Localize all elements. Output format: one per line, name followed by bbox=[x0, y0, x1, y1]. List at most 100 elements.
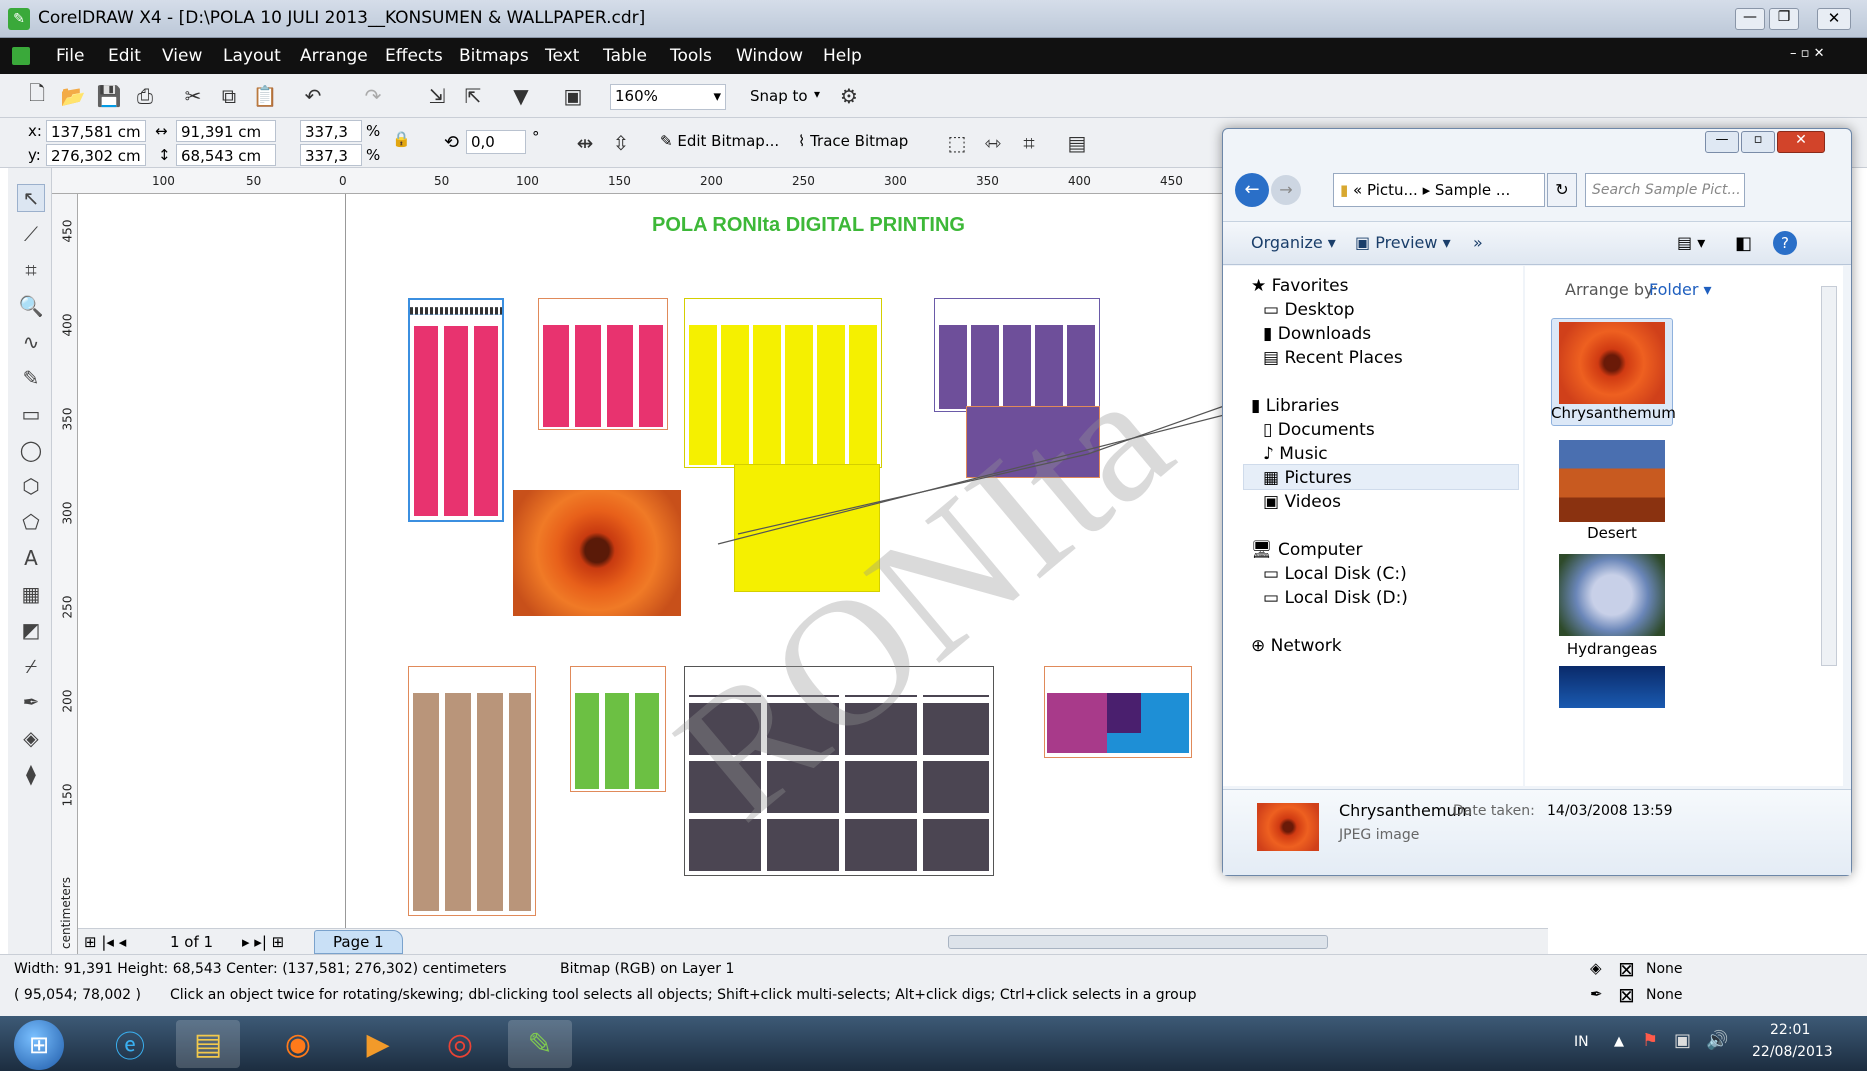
menu-table[interactable]: Table bbox=[603, 46, 647, 66]
breadcrumb-pictures[interactable]: « Pictu... bbox=[1353, 181, 1418, 199]
coreldraw-taskbar-icon[interactable]: ✎ bbox=[508, 1020, 572, 1068]
pick-tool-icon[interactable]: ↖ bbox=[17, 184, 45, 212]
application-launcher-icon[interactable]: ▼ bbox=[508, 83, 534, 109]
menu-help[interactable]: Help bbox=[823, 46, 862, 66]
search-input[interactable]: Search Sample Pict... bbox=[1585, 173, 1745, 207]
organize-button[interactable]: Organize ▾ bbox=[1251, 233, 1336, 252]
scale-x-field[interactable]: 337,3 bbox=[300, 120, 362, 142]
resample-icon[interactable]: ⇿ bbox=[980, 130, 1006, 156]
new-document-icon[interactable]: 🗋 bbox=[24, 81, 50, 109]
welcome-screen-icon[interactable]: ▣ bbox=[560, 83, 586, 109]
width-field[interactable]: 91,391 cm bbox=[176, 120, 276, 142]
nav-favorites[interactable]: ★ Favorites bbox=[1251, 276, 1348, 296]
nav-network[interactable]: ⊕ Network bbox=[1251, 636, 1342, 656]
clock-date[interactable]: 22/08/2013 bbox=[1752, 1044, 1833, 1060]
y-position-field[interactable]: 276,302 cm bbox=[46, 144, 146, 166]
close-button[interactable]: ✕ bbox=[1817, 8, 1851, 30]
nav-libraries[interactable]: ▮ Libraries bbox=[1251, 396, 1339, 416]
views-icon[interactable]: ▤ ▾ bbox=[1677, 233, 1705, 252]
tray-volume-icon[interactable]: 🔊 bbox=[1706, 1030, 1728, 1051]
preview-button[interactable]: ▣ Preview ▾ bbox=[1355, 233, 1451, 252]
trace-bitmap-button[interactable]: ⌇ Trace Bitmap bbox=[798, 132, 908, 150]
file-label-hydrangeas[interactable]: Hydrangeas bbox=[1551, 640, 1673, 658]
crop-tool-icon[interactable]: ⌗ bbox=[17, 256, 45, 284]
menu-layout[interactable]: Layout bbox=[223, 46, 281, 66]
help-icon[interactable]: ? bbox=[1773, 231, 1797, 255]
ellipse-tool-icon[interactable]: ◯ bbox=[17, 436, 45, 464]
horizontal-scrollbar[interactable] bbox=[948, 935, 1328, 949]
snap-to-button[interactable]: Snap to bbox=[750, 87, 808, 105]
text-tool-icon[interactable]: A bbox=[17, 544, 45, 572]
menu-text[interactable]: Text bbox=[545, 46, 579, 66]
nav-documents[interactable]: ▯ Documents bbox=[1263, 420, 1375, 440]
export-icon[interactable]: ⇱ bbox=[460, 83, 486, 109]
tray-expand-icon[interactable]: ▲ bbox=[1614, 1034, 1624, 1049]
refresh-button[interactable]: ↻ bbox=[1547, 173, 1577, 207]
file-label-chrysanthemum[interactable]: Chrysanthemum bbox=[1551, 404, 1676, 422]
shape-tool-icon[interactable]: ⟋ bbox=[17, 220, 45, 248]
tray-flag-icon[interactable]: ⚑ bbox=[1642, 1030, 1658, 1051]
page-tab[interactable]: Page 1 bbox=[314, 930, 403, 954]
language-indicator[interactable]: IN bbox=[1574, 1034, 1589, 1050]
redo-icon[interactable]: ↷ bbox=[360, 83, 386, 109]
doc-window-controls[interactable]: – ▫ ✕ bbox=[1790, 46, 1824, 61]
zoom-level-select[interactable]: 160% ▾ bbox=[610, 84, 726, 110]
menu-file[interactable]: File bbox=[56, 46, 84, 66]
chrome-icon[interactable]: ◎ bbox=[428, 1020, 492, 1068]
outline-tool-icon[interactable]: ✒ bbox=[17, 688, 45, 716]
fill-tool-icon[interactable]: ◈ bbox=[17, 724, 45, 752]
height-field[interactable]: 68,543 cm bbox=[176, 144, 276, 166]
bitmap-color-mask-icon[interactable]: ⌗ bbox=[1016, 130, 1042, 156]
nav-videos[interactable]: ▣ Videos bbox=[1263, 492, 1341, 512]
crop-bitmap-icon[interactable]: ⬚ bbox=[944, 130, 970, 156]
windows-explorer-icon[interactable]: ▤ bbox=[176, 1020, 240, 1068]
menu-tools[interactable]: Tools bbox=[670, 46, 712, 66]
zoom-tool-icon[interactable]: 🔍 bbox=[17, 292, 45, 320]
address-bar[interactable]: ▮ « Pictu... ▸ Sample ... bbox=[1333, 173, 1545, 207]
nav-local-disk-d[interactable]: ▭ Local Disk (D:) bbox=[1263, 588, 1408, 608]
drawing-canvas[interactable]: POLA RONIta DIGITAL PRINTING RONIta bbox=[78, 194, 1262, 929]
preview-pane-icon[interactable]: ◧ bbox=[1735, 233, 1752, 254]
arrange-by-dropdown[interactable]: Folder ▾ bbox=[1649, 280, 1712, 299]
mirror-vertical-icon[interactable]: ⇳ bbox=[608, 130, 634, 156]
rotation-angle-field[interactable]: 0,0 bbox=[466, 130, 526, 154]
menu-edit[interactable]: Edit bbox=[108, 46, 141, 66]
file-pane-scrollbar[interactable] bbox=[1821, 286, 1837, 666]
nav-downloads[interactable]: ▮ Downloads bbox=[1263, 324, 1371, 344]
nav-recent-places[interactable]: ▤ Recent Places bbox=[1263, 348, 1403, 368]
basic-shapes-tool-icon[interactable]: ⬠ bbox=[17, 508, 45, 536]
explorer-close-button[interactable]: ✕ bbox=[1777, 131, 1825, 153]
page-next-icon[interactable]: ▸ ▸| ⊞ bbox=[242, 933, 284, 951]
firefox-icon[interactable]: ◉ bbox=[266, 1020, 330, 1068]
rectangle-tool-icon[interactable]: ▭ bbox=[17, 400, 45, 428]
cut-icon[interactable]: ✂ bbox=[180, 83, 206, 109]
thumb-chrysanthemum[interactable] bbox=[1559, 322, 1665, 404]
back-button[interactable]: ← bbox=[1235, 173, 1269, 207]
interactive-effects-tool-icon[interactable]: ◩ bbox=[17, 616, 45, 644]
explorer-maximize-button[interactable]: ▫ bbox=[1741, 131, 1775, 153]
undo-icon[interactable]: ↶ bbox=[300, 83, 326, 109]
menu-effects[interactable]: Effects bbox=[385, 46, 443, 66]
table-tool-icon[interactable]: ▦ bbox=[17, 580, 45, 608]
thumb-desert[interactable] bbox=[1559, 440, 1665, 522]
clock-time[interactable]: 22:01 bbox=[1770, 1022, 1810, 1038]
freehand-tool-icon[interactable]: ∿ bbox=[17, 328, 45, 356]
polygon-tool-icon[interactable]: ⬡ bbox=[17, 472, 45, 500]
menu-arrange[interactable]: Arrange bbox=[300, 46, 368, 66]
add-page-icon[interactable]: ⊞ |◂ ◂ bbox=[84, 933, 126, 951]
mirror-horizontal-icon[interactable]: ⇹ bbox=[572, 130, 598, 156]
scale-y-field[interactable]: 337,3 bbox=[300, 144, 362, 166]
edit-bitmap-button[interactable]: ✎ Edit Bitmap... bbox=[660, 132, 779, 150]
save-icon[interactable]: 💾 bbox=[96, 83, 122, 109]
nav-pictures[interactable]: ▦ Pictures bbox=[1263, 468, 1352, 488]
nav-local-disk-c[interactable]: ▭ Local Disk (C:) bbox=[1263, 564, 1407, 584]
wrap-text-icon[interactable]: ▤ bbox=[1064, 130, 1090, 156]
import-icon[interactable]: ⇲ bbox=[424, 83, 450, 109]
menu-bitmaps[interactable]: Bitmaps bbox=[459, 46, 529, 66]
minimize-button[interactable]: — bbox=[1735, 8, 1765, 30]
maximize-button[interactable]: ❐ bbox=[1769, 8, 1799, 30]
print-icon[interactable]: ⎙ bbox=[132, 83, 158, 109]
smart-fill-tool-icon[interactable]: ✎ bbox=[17, 364, 45, 392]
explorer-minimize-button[interactable]: — bbox=[1705, 131, 1739, 153]
thumb-hydrangeas[interactable] bbox=[1559, 554, 1665, 636]
